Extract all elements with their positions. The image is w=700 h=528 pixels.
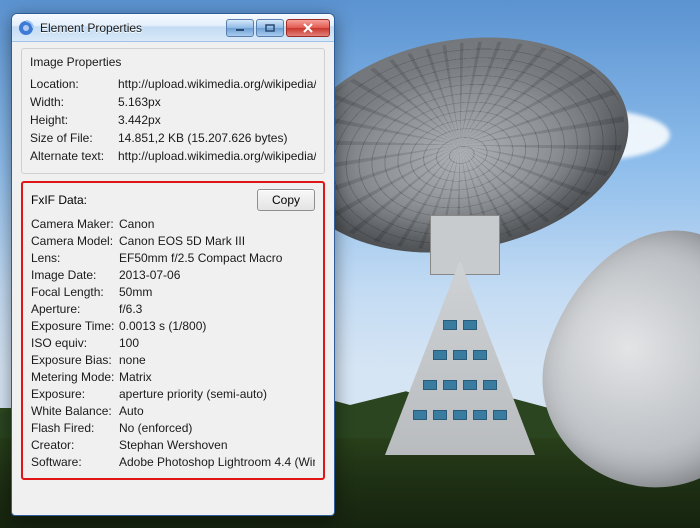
exif-row-model: Camera Model:Canon EOS 5D Mark III: [31, 232, 315, 249]
label: Camera Model:: [31, 234, 119, 248]
value: Adobe Photoshop Lightroom 4.4 (Windo: [119, 455, 315, 469]
dialog-client: Image Properties Location: http://upload…: [12, 42, 334, 515]
value: aperture priority (semi-auto): [119, 387, 315, 401]
exif-row-creator: Creator:Stephan Wershoven: [31, 436, 315, 453]
maximize-icon: [265, 24, 275, 32]
exif-row-exposure-time: Exposure Time:0.0013 s (1/800): [31, 317, 315, 334]
exif-section-title: FxIF Data:: [31, 193, 87, 207]
value: none: [119, 353, 315, 367]
value: 2013-07-06: [119, 268, 315, 282]
value: f/6.3: [119, 302, 315, 316]
exif-row-flash: Flash Fired:No (enforced): [31, 419, 315, 436]
exif-row-wb: White Balance:Auto: [31, 402, 315, 419]
exif-row-focal: Focal Length:50mm: [31, 283, 315, 300]
value: 5.163px: [118, 95, 316, 109]
prop-row-size: Size of File: 14.851,2 KB (15.207.626 by…: [30, 129, 316, 147]
value: 14.851,2 KB (15.207.626 bytes): [118, 131, 316, 145]
app-icon: [18, 20, 34, 36]
label: Alternate text:: [30, 149, 118, 163]
value: Canon EOS 5D Mark III: [119, 234, 315, 248]
element-properties-dialog: Element Properties Image Properties Loca…: [11, 13, 335, 516]
exif-row-metering: Metering Mode:Matrix: [31, 368, 315, 385]
value: 0.0013 s (1/800): [119, 319, 315, 333]
label: Exposure Bias:: [31, 353, 119, 367]
label: White Balance:: [31, 404, 119, 418]
label: Exposure Time:: [31, 319, 119, 333]
label: Location:: [30, 77, 118, 91]
label: Width:: [30, 95, 118, 109]
value: EF50mm f/2.5 Compact Macro: [119, 251, 315, 265]
value: Canon: [119, 217, 315, 231]
label: Software:: [31, 455, 119, 469]
exif-row-bias: Exposure Bias:none: [31, 351, 315, 368]
label: Metering Mode:: [31, 370, 119, 384]
value: No (enforced): [119, 421, 315, 435]
image-properties-title: Image Properties: [30, 55, 316, 69]
label: Lens:: [31, 251, 119, 265]
label: Camera Maker:: [31, 217, 119, 231]
label: Flash Fired:: [31, 421, 119, 435]
exif-row-exposure: Exposure:aperture priority (semi-auto): [31, 385, 315, 402]
prop-row-location: Location: http://upload.wikimedia.org/wi…: [30, 75, 316, 93]
label: Focal Length:: [31, 285, 119, 299]
label: Exposure:: [31, 387, 119, 401]
prop-row-height: Height: 3.442px: [30, 111, 316, 129]
label: Size of File:: [30, 131, 118, 145]
window-title: Element Properties: [40, 21, 218, 35]
value: Auto: [119, 404, 315, 418]
copy-button[interactable]: Copy: [257, 189, 315, 211]
value: Matrix: [119, 370, 315, 384]
value: http://upload.wikimedia.org/wikipedia/co: [118, 149, 316, 163]
value: 3.442px: [118, 113, 316, 127]
exif-row-software: Software:Adobe Photoshop Lightroom 4.4 (…: [31, 453, 315, 470]
minimize-button[interactable]: [226, 19, 254, 37]
value: Stephan Wershoven: [119, 438, 315, 452]
image-properties-group: Image Properties Location: http://upload…: [21, 48, 325, 174]
titlebar[interactable]: Element Properties: [12, 14, 334, 42]
maximize-button[interactable]: [256, 19, 284, 37]
value: 100: [119, 336, 315, 350]
value: http://upload.wikimedia.org/wikipedia/co: [118, 77, 316, 91]
exif-row-maker: Camera Maker:Canon: [31, 215, 315, 232]
exif-row-aperture: Aperture:f/6.3: [31, 300, 315, 317]
minimize-icon: [235, 24, 245, 32]
close-button[interactable]: [286, 19, 330, 37]
exif-row-date: Image Date:2013-07-06: [31, 266, 315, 283]
close-icon: [302, 23, 314, 33]
background-dish-hub: [430, 215, 500, 275]
label: Aperture:: [31, 302, 119, 316]
exif-data-group: FxIF Data: Copy Camera Maker:Canon Camer…: [21, 181, 325, 480]
prop-row-width: Width: 5.163px: [30, 93, 316, 111]
prop-row-alt: Alternate text: http://upload.wikimedia.…: [30, 147, 316, 165]
exif-row-lens: Lens:EF50mm f/2.5 Compact Macro: [31, 249, 315, 266]
label: Image Date:: [31, 268, 119, 282]
label: Height:: [30, 113, 118, 127]
label: Creator:: [31, 438, 119, 452]
value: 50mm: [119, 285, 315, 299]
label: ISO equiv:: [31, 336, 119, 350]
exif-row-iso: ISO equiv:100: [31, 334, 315, 351]
